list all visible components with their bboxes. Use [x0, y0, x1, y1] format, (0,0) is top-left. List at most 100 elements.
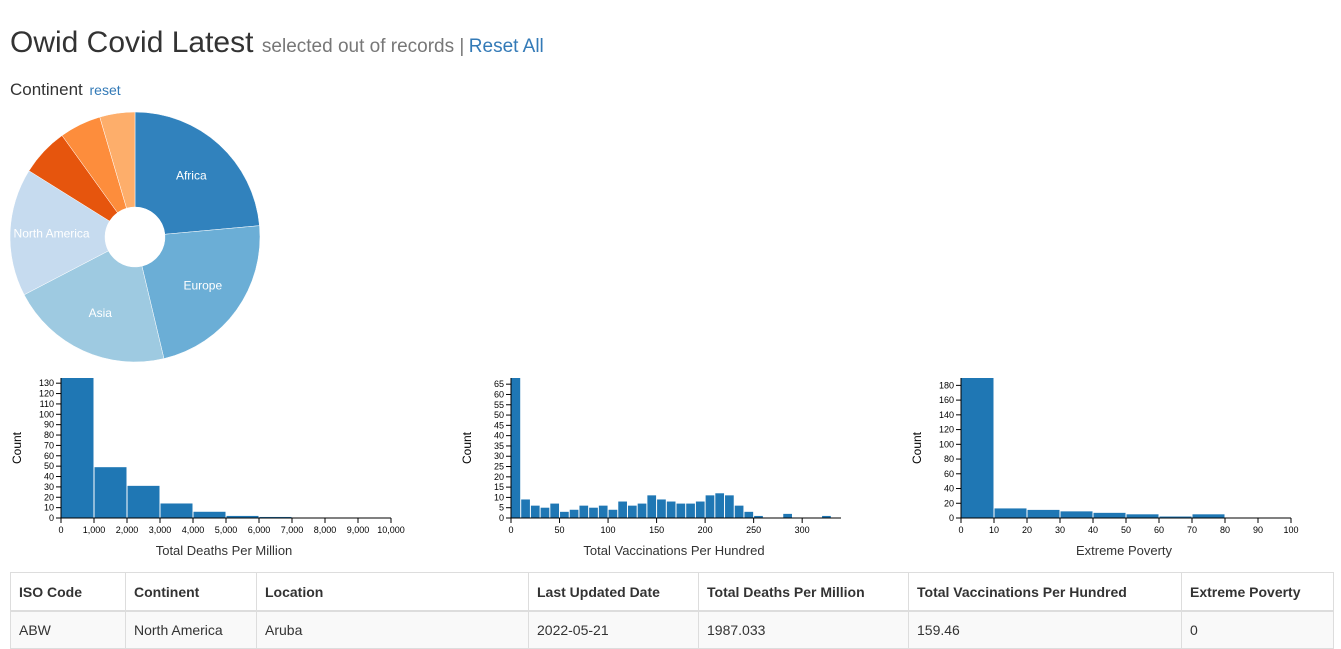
- deaths-per-million-y-tick-label: 100: [39, 409, 54, 419]
- column-header-last-updated-date[interactable]: Last Updated Date: [528, 572, 699, 612]
- vaccinations-per-hundred-histogram[interactable]: 051015202530354045505560650 50 100 150 200 25…: [450, 368, 870, 568]
- extreme-poverty-y-tick-label: 80: [944, 454, 954, 464]
- deaths-per-million-x-tick-label: 1,000: [83, 525, 106, 535]
- column-header-total-deaths-per-million[interactable]: Total Deaths Per Million: [698, 572, 909, 612]
- deaths-per-million-y-tick-label: 90: [44, 420, 54, 430]
- deaths-per-million-x-axis-label: Total Deaths Per Million: [156, 543, 293, 558]
- vaccinations-per-hundred-bar[interactable]: [530, 505, 540, 518]
- extreme-poverty-x-tick-label: 70: [1187, 525, 1197, 535]
- deaths-per-million-y-tick-label: 110: [40, 399, 54, 409]
- vaccinations-per-hundred-bar[interactable]: [627, 505, 637, 518]
- vaccinations-per-hundred-bar[interactable]: [511, 378, 521, 518]
- extreme-poverty-histogram[interactable]: 0 20 40 60 80 100 120 140 160 180 0 10 20 30 40 50 60 70 8…: [900, 368, 1320, 568]
- vaccinations-per-hundred-bar[interactable]: [579, 505, 589, 518]
- table-row[interactable]: ABW North America Aruba 2022-05-21 1987.…: [10, 610, 1334, 649]
- extreme-poverty-x-tick-label: 60: [1154, 525, 1164, 535]
- vaccinations-per-hundred-x-tick-label: 250: [746, 525, 761, 535]
- vaccinations-per-hundred-bar[interactable]: [783, 513, 792, 518]
- column-header-continent[interactable]: Continent: [125, 572, 257, 612]
- deaths-per-million-x-tick-label: 6,000: [248, 525, 271, 535]
- deaths-per-million-x-tick-label: 10,000: [377, 525, 405, 535]
- column-header-extreme-poverty[interactable]: Extreme Poverty: [1181, 572, 1334, 612]
- deaths-per-million-bar[interactable]: [193, 511, 226, 518]
- pie-label-europe: Europe: [183, 279, 222, 293]
- vaccinations-per-hundred-bar[interactable]: [618, 501, 627, 518]
- vaccinations-per-hundred-y-tick-label: 0: [499, 513, 504, 523]
- deaths-per-million-x-tick-label: 2,000: [116, 525, 139, 535]
- extreme-poverty-x-tick-label: 40: [1088, 525, 1098, 535]
- extreme-poverty-x-tick-label: 100: [1283, 525, 1298, 535]
- deaths-per-million-y-tick-label: 130: [39, 378, 54, 388]
- extreme-poverty-bar[interactable]: [961, 378, 994, 518]
- vaccinations-per-hundred-bar[interactable]: [540, 507, 550, 518]
- vaccinations-per-hundred-bar[interactable]: [725, 495, 734, 518]
- deaths-per-million-bar[interactable]: [127, 485, 160, 518]
- reset-all-link[interactable]: Reset All: [469, 36, 544, 57]
- vaccinations-per-hundred-bar[interactable]: [657, 499, 666, 518]
- deaths-per-million-y-axis-label: Count: [10, 431, 24, 464]
- deaths-per-million-bar[interactable]: [160, 503, 193, 518]
- vaccinations-per-hundred-y-tick-label: 20: [494, 472, 504, 482]
- continent-reset-link[interactable]: reset: [90, 82, 121, 98]
- table-header-row: ISO Code Continent Location Last Updated…: [10, 572, 1334, 612]
- vaccinations-per-hundred-y-tick-label: 45: [494, 420, 504, 430]
- vaccinations-per-hundred-bar[interactable]: [695, 501, 705, 518]
- extreme-poverty-y-tick-label: 160: [939, 395, 954, 405]
- vaccinations-per-hundred-y-tick-label: 5: [499, 503, 504, 513]
- deaths-per-million-y-tick-label: 0: [49, 513, 54, 523]
- vaccinations-per-hundred-bar[interactable]: [676, 503, 686, 518]
- page-title: Owid Covid Latest: [10, 26, 254, 59]
- extreme-poverty-y-tick-label: 0: [949, 513, 954, 523]
- deaths-per-million-x-tick-label: 3,000: [149, 525, 172, 535]
- column-header-location[interactable]: Location: [256, 572, 529, 612]
- deaths-per-million-y-tick-label: 70: [44, 440, 54, 450]
- extreme-poverty-x-axis-label: Extreme Poverty: [1076, 543, 1173, 558]
- vaccinations-per-hundred-y-tick-label: 40: [494, 431, 504, 441]
- extreme-poverty-x-tick-label: 90: [1253, 525, 1263, 535]
- deaths-per-million-y-tick-label: 10: [44, 503, 54, 513]
- extreme-poverty-bar[interactable]: [1027, 509, 1060, 518]
- continent-pie-chart[interactable]: Africa Europe Asia North America: [0, 104, 272, 368]
- column-header-iso-code[interactable]: ISO Code: [10, 572, 126, 612]
- extreme-poverty-x-tick-label: 80: [1220, 525, 1230, 535]
- vaccinations-per-hundred-bar[interactable]: [647, 495, 657, 518]
- vaccinations-per-hundred-bar[interactable]: [715, 493, 725, 518]
- deaths-per-million-y-tick-label: 60: [44, 451, 54, 461]
- vaccinations-per-hundred-bar[interactable]: [666, 501, 676, 518]
- deaths-per-million-bar[interactable]: [61, 378, 94, 518]
- vaccinations-per-hundred-y-tick-label: 15: [494, 482, 504, 492]
- deaths-per-million-x-tick-label: 7,000: [281, 525, 304, 535]
- vaccinations-per-hundred-bar[interactable]: [521, 499, 530, 518]
- vaccinations-per-hundred-x-tick-label: 50: [555, 525, 565, 535]
- column-header-total-vaccinations-per-hundred[interactable]: Total Vaccinations Per Hundred: [908, 572, 1182, 612]
- vaccinations-per-hundred-bar[interactable]: [734, 505, 744, 518]
- extreme-poverty-bar[interactable]: [1126, 514, 1159, 518]
- vaccinations-per-hundred-bar[interactable]: [589, 507, 598, 518]
- vaccinations-per-hundred-bar[interactable]: [637, 503, 647, 518]
- extreme-poverty-bar[interactable]: [1060, 511, 1093, 518]
- extreme-poverty-bar[interactable]: [994, 508, 1027, 518]
- vaccinations-per-hundred-bar[interactable]: [608, 509, 618, 518]
- vaccinations-per-hundred-y-tick-label: 10: [494, 492, 504, 502]
- vaccinations-per-hundred-bar[interactable]: [560, 511, 569, 518]
- deaths-per-million-y-tick-label: 40: [44, 472, 54, 482]
- deaths-per-million-y-tick-label: 50: [44, 461, 54, 471]
- deaths-per-million-bar[interactable]: [94, 467, 127, 518]
- deaths-per-million-x-tick-label: 9,000: [347, 525, 370, 535]
- vaccinations-per-hundred-bar[interactable]: [686, 503, 695, 518]
- pie-label-north-america: North America: [14, 227, 90, 241]
- cell-iso-code: ABW: [10, 610, 126, 649]
- vaccinations-per-hundred-bar[interactable]: [569, 509, 579, 518]
- deaths-per-million-x-tick-label: 0: [58, 525, 63, 535]
- vaccinations-per-hundred-bar[interactable]: [550, 503, 560, 518]
- extreme-poverty-bar[interactable]: [1093, 512, 1126, 518]
- vaccinations-per-hundred-bar[interactable]: [598, 505, 608, 518]
- deaths-per-million-histogram[interactable]: 01020304050607080901001101201300 1,000 2,0…: [0, 368, 420, 568]
- extreme-poverty-x-tick-label: 20: [1022, 525, 1032, 535]
- deaths-per-million-y-tick-label: 20: [44, 492, 54, 502]
- vaccinations-per-hundred-bar[interactable]: [744, 511, 754, 518]
- extreme-poverty-bar[interactable]: [1192, 514, 1225, 518]
- continent-chart-title: Continent: [10, 80, 83, 99]
- extreme-poverty-x-tick-label: 10: [989, 525, 999, 535]
- vaccinations-per-hundred-bar[interactable]: [705, 495, 715, 518]
